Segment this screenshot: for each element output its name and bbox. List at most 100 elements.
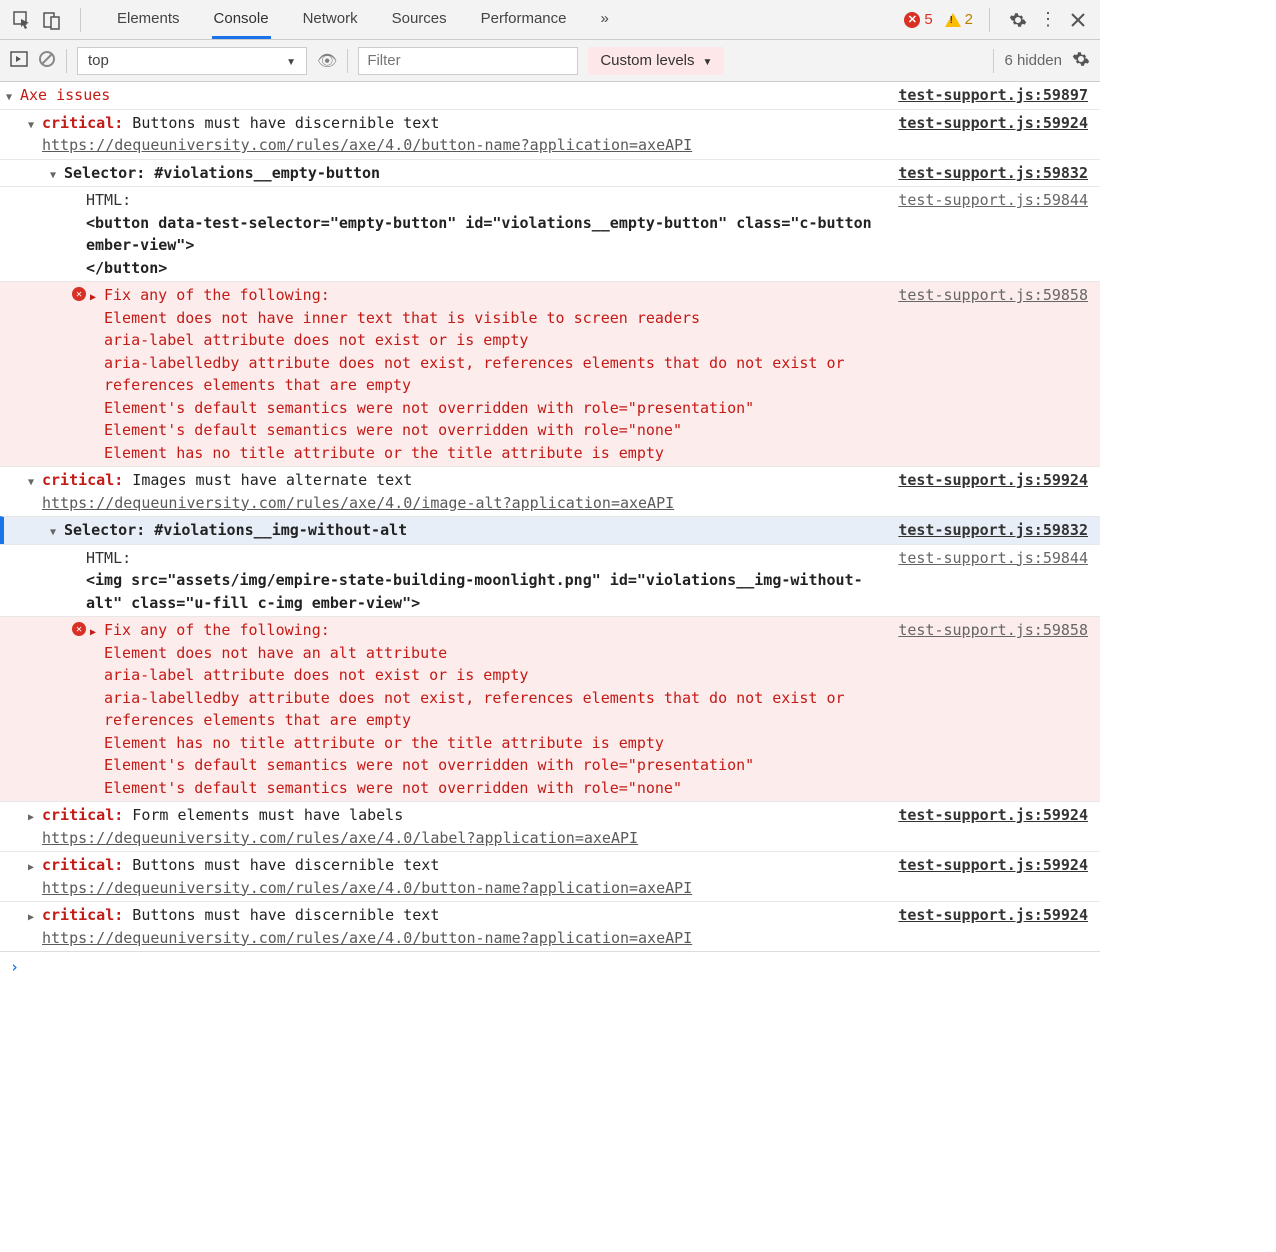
rule-url[interactable]: https://dequeuniversity.com/rules/axe/4.… xyxy=(42,136,692,154)
source-link[interactable]: test-support.js:59924 xyxy=(898,854,1088,899)
source-link[interactable]: test-support.js:59858 xyxy=(898,284,1088,464)
fix-title: Fix any of the following: xyxy=(104,621,330,639)
disclosure-triangle-icon[interactable] xyxy=(50,162,64,185)
selector-value: #violations__empty-button xyxy=(145,164,380,182)
disclosure-triangle-icon[interactable] xyxy=(28,854,42,877)
fix-line: aria-label attribute does not exist or i… xyxy=(104,331,528,349)
error-count-value: 5 xyxy=(924,11,932,28)
tab-performance[interactable]: Performance xyxy=(479,1,569,39)
tab-console[interactable]: Console xyxy=(212,1,271,39)
console-output: Axe issues test-support.js:59897 critica… xyxy=(0,82,1100,983)
tab-sources[interactable]: Sources xyxy=(390,1,449,39)
hidden-count[interactable]: 6 hidden xyxy=(1004,52,1062,69)
fix-line: Element's default semantics were not ove… xyxy=(104,756,754,774)
context-selector[interactable]: top xyxy=(77,47,307,75)
tab-more[interactable]: » xyxy=(599,1,611,39)
severity-label: critical: xyxy=(42,906,123,924)
close-icon[interactable] xyxy=(1066,8,1090,32)
issue-row[interactable]: critical: Buttons must have discernible … xyxy=(0,901,1100,951)
html-code: <img src="assets/img/empire-state-buildi… xyxy=(86,571,863,612)
disclosure-triangle-icon[interactable] xyxy=(28,904,42,927)
log-levels-selector[interactable]: Custom levels xyxy=(588,47,724,75)
rule-url[interactable]: https://dequeuniversity.com/rules/axe/4.… xyxy=(42,929,692,947)
console-prompt[interactable]: › xyxy=(0,951,1100,983)
disclosure-triangle-icon[interactable] xyxy=(6,84,20,107)
disclosure-triangle-icon[interactable] xyxy=(28,804,42,827)
disclosure-triangle-icon[interactable] xyxy=(28,112,42,135)
panel-tabs: Elements Console Network Sources Perform… xyxy=(115,1,611,39)
eye-icon[interactable] xyxy=(317,51,337,71)
issue-message: Form elements must have labels xyxy=(123,806,403,824)
fix-line: Element has no title attribute or the ti… xyxy=(104,444,664,462)
separator xyxy=(80,8,81,32)
gear-icon[interactable] xyxy=(1006,8,1030,32)
selector-label: Selector: xyxy=(64,164,145,182)
fix-title: Fix any of the following: xyxy=(104,286,330,304)
severity-label: critical: xyxy=(42,806,123,824)
html-row: HTML: <img src="assets/img/empire-state-… xyxy=(0,544,1100,617)
console-toolbar: top Custom levels 6 hidden xyxy=(0,40,1100,82)
error-icon: ✕ xyxy=(72,622,86,636)
issue-message: Buttons must have discernible text xyxy=(123,114,439,132)
warning-icon xyxy=(945,13,961,27)
fix-line: aria-labelledby attribute does not exist… xyxy=(104,354,845,395)
context-value: top xyxy=(88,52,109,69)
source-link[interactable]: test-support.js:59844 xyxy=(898,189,1088,279)
selector-value: #violations__img-without-alt xyxy=(145,521,407,539)
html-label: HTML: xyxy=(86,191,131,209)
separator xyxy=(989,8,990,32)
fix-line: Element has no title attribute or the ti… xyxy=(104,734,664,752)
prompt-chevron-icon: › xyxy=(10,956,19,979)
error-count[interactable]: ✕ 5 xyxy=(904,11,932,28)
fix-line: Element's default semantics were not ove… xyxy=(104,399,754,417)
group-header[interactable]: Axe issues test-support.js:59897 xyxy=(0,82,1100,109)
console-settings-gear-icon[interactable] xyxy=(1072,50,1090,71)
warning-count-value: 2 xyxy=(965,11,973,28)
chevron-down-icon xyxy=(286,52,296,69)
disclosure-triangle-icon[interactable] xyxy=(28,469,42,492)
severity-label: critical: xyxy=(42,114,123,132)
disclosure-triangle-icon[interactable] xyxy=(90,284,104,307)
disclosure-triangle-icon[interactable] xyxy=(90,619,104,642)
rule-url[interactable]: https://dequeuniversity.com/rules/axe/4.… xyxy=(42,879,692,897)
tab-elements[interactable]: Elements xyxy=(115,1,182,39)
kebab-menu-icon[interactable]: ⋮ xyxy=(1036,8,1060,32)
severity-label: critical: xyxy=(42,471,123,489)
severity-label: critical: xyxy=(42,856,123,874)
html-row: HTML: <button data-test-selector="empty-… xyxy=(0,186,1100,281)
source-link[interactable]: test-support.js:59844 xyxy=(898,547,1088,615)
source-link[interactable]: test-support.js:59924 xyxy=(898,804,1088,849)
source-link[interactable]: test-support.js:59832 xyxy=(898,162,1088,185)
device-toggle-icon[interactable] xyxy=(40,8,64,32)
issue-row[interactable]: critical: Buttons must have discernible … xyxy=(0,109,1100,159)
issue-row[interactable]: critical: Images must have alternate tex… xyxy=(0,466,1100,516)
source-link[interactable]: test-support.js:59897 xyxy=(898,84,1088,107)
rule-url[interactable]: https://dequeuniversity.com/rules/axe/4.… xyxy=(42,494,674,512)
clear-console-icon[interactable] xyxy=(38,50,56,71)
issue-message: Images must have alternate text xyxy=(123,471,412,489)
source-link[interactable]: test-support.js:59924 xyxy=(898,469,1088,514)
source-link[interactable]: test-support.js:59924 xyxy=(898,112,1088,157)
fix-line: Element's default semantics were not ove… xyxy=(104,421,682,439)
rule-url[interactable]: https://dequeuniversity.com/rules/axe/4.… xyxy=(42,829,638,847)
levels-label: Custom levels xyxy=(600,52,694,69)
fix-line: aria-label attribute does not exist or i… xyxy=(104,666,528,684)
fix-line: Element's default semantics were not ove… xyxy=(104,779,682,797)
html-code: <button data-test-selector="empty-button… xyxy=(86,214,881,277)
issue-row[interactable]: critical: Form elements must have labels… xyxy=(0,801,1100,851)
fix-block: ✕ Fix any of the following: Element does… xyxy=(0,616,1100,801)
source-link[interactable]: test-support.js:59832 xyxy=(898,519,1088,542)
tab-network[interactable]: Network xyxy=(301,1,360,39)
warning-count[interactable]: 2 xyxy=(945,11,973,28)
disclosure-triangle-icon[interactable] xyxy=(50,519,64,542)
selector-row[interactable]: Selector: #violations__empty-button test… xyxy=(0,159,1100,187)
selector-row-selected[interactable]: Selector: #violations__img-without-alt t… xyxy=(0,516,1100,544)
source-link[interactable]: test-support.js:59924 xyxy=(898,904,1088,949)
inspect-icon[interactable] xyxy=(10,8,34,32)
separator xyxy=(993,49,994,73)
source-link[interactable]: test-support.js:59858 xyxy=(898,619,1088,799)
sidebar-toggle-icon[interactable] xyxy=(10,50,28,71)
filter-input[interactable] xyxy=(358,47,578,75)
html-label: HTML: xyxy=(86,549,131,567)
issue-row[interactable]: critical: Buttons must have discernible … xyxy=(0,851,1100,901)
